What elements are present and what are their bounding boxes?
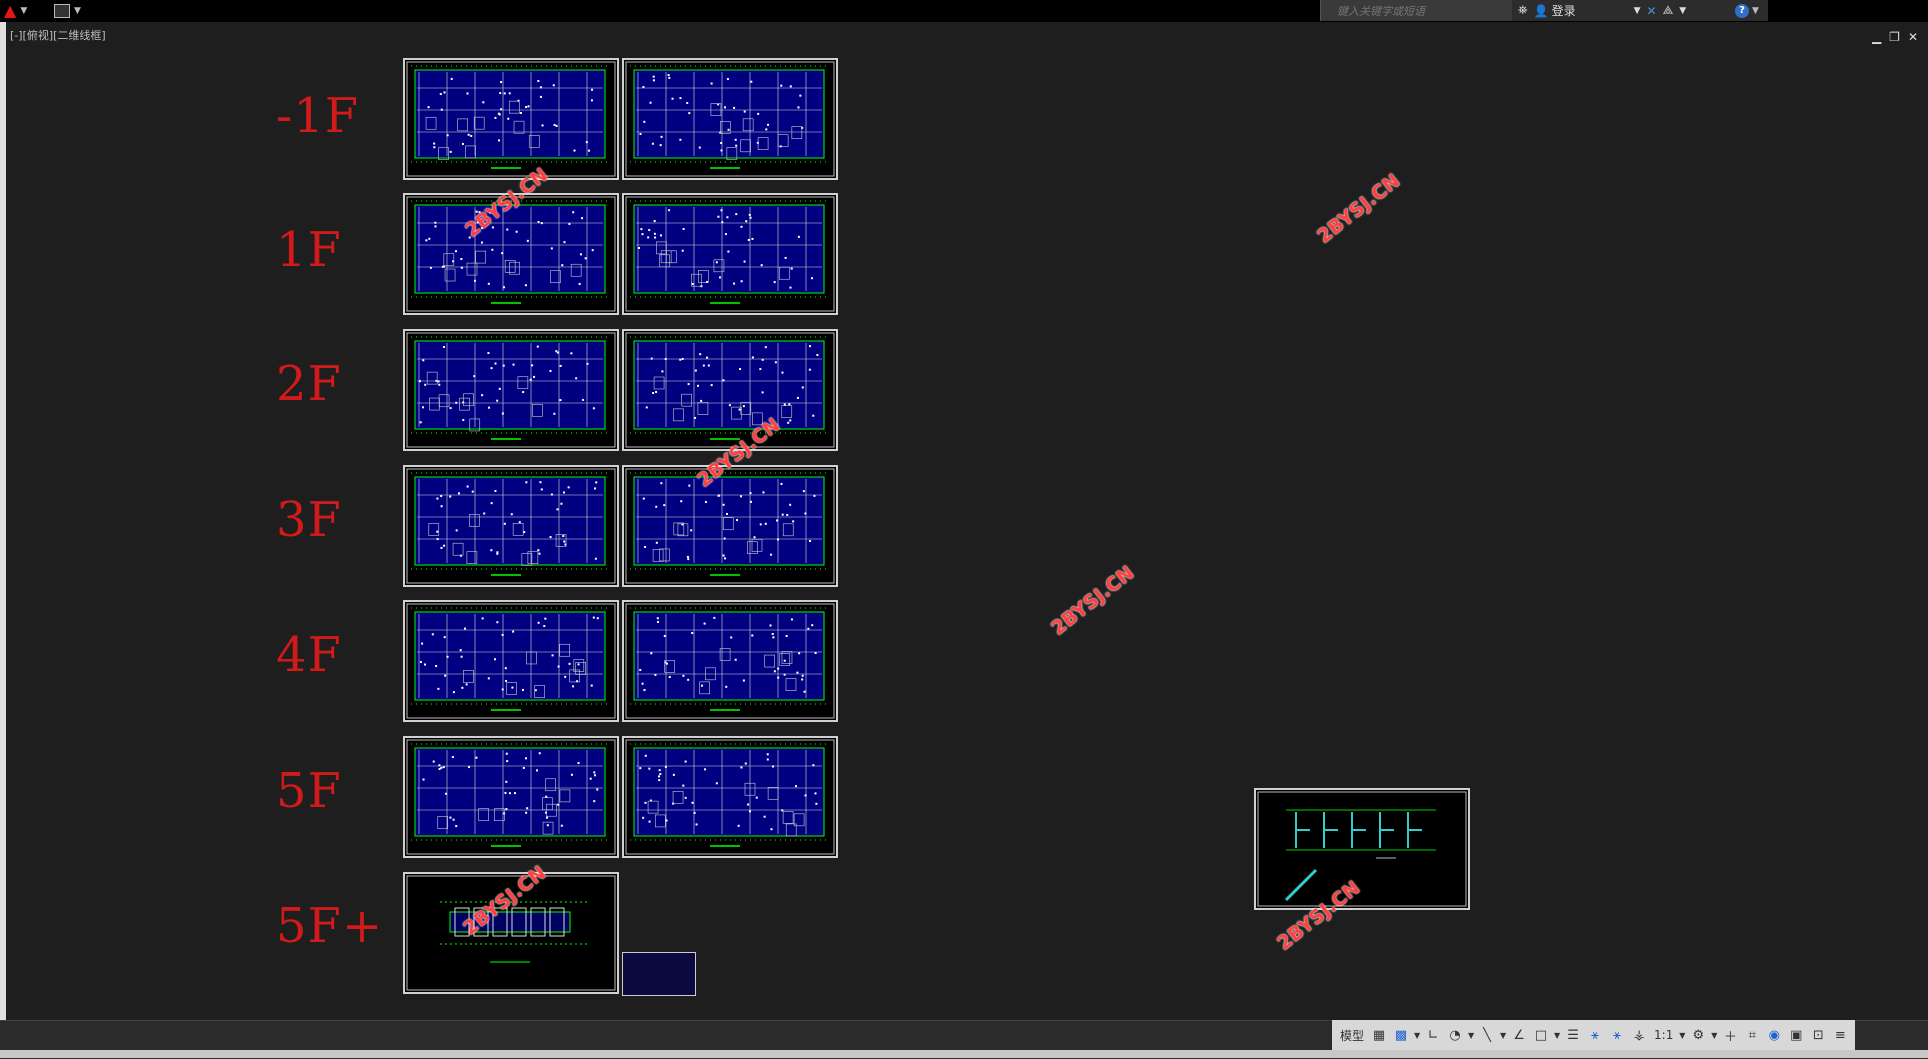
ortho-icon[interactable]: ∟ bbox=[1422, 1024, 1444, 1046]
search-box[interactable] bbox=[1320, 0, 1512, 22]
clean-screen-icon[interactable]: ⊡ bbox=[1807, 1024, 1829, 1046]
chevron-down-icon: ▼ bbox=[74, 6, 81, 16]
floor-label: 4F bbox=[276, 627, 342, 683]
detail-thumbnail bbox=[622, 952, 696, 996]
autocad-logo-icon: ▲ bbox=[4, 1, 17, 20]
help-icon: ? bbox=[1735, 3, 1750, 18]
status-toolbar: 模型 ▦ ▩ ▼ ∟ ◔ ▼ ╲ ▼ ∠ □ ▼ ☰ ⚹ ⚹ ⚶ 1:1 ▼ ⚙… bbox=[1332, 1020, 1856, 1050]
units-icon[interactable]: ⌗ bbox=[1741, 1024, 1763, 1046]
search-input[interactable] bbox=[1321, 1, 1512, 22]
object-snap-tracking-icon[interactable]: ∠ bbox=[1508, 1024, 1530, 1046]
floor-label: 5F+ bbox=[276, 898, 384, 954]
chevron-down-icon[interactable]: ▼ bbox=[1679, 6, 1686, 16]
floor-plan-sheet bbox=[403, 329, 619, 451]
title-bar: ▲ ▼ ▼ ▶ ⛯ 👤 登录 ▼ ✕ ⟁ ▼ ? ▼ bbox=[0, 0, 1928, 22]
chevron-down-icon: ▼ bbox=[1752, 5, 1759, 16]
auto-scale-icon[interactable]: ⚹ bbox=[1606, 1024, 1628, 1046]
exchange-icon[interactable]: ✕ bbox=[1647, 4, 1657, 18]
floor-plan-sheet bbox=[622, 329, 838, 451]
chevron-down-icon[interactable]: ▼ bbox=[1498, 1024, 1508, 1046]
object-snap-icon[interactable]: □ bbox=[1530, 1024, 1552, 1046]
drawing-window-controls: ▁ ❐ ✕ bbox=[1872, 30, 1918, 44]
snap-icon[interactable]: ▩ bbox=[1390, 1024, 1412, 1046]
workspace-gear-icon[interactable]: ⚙ bbox=[1687, 1024, 1709, 1046]
restore-icon[interactable]: ❐ bbox=[1889, 30, 1900, 44]
floor-plan-sheet bbox=[403, 58, 619, 180]
watermark: 2BYSJ.CN bbox=[1313, 169, 1405, 248]
lineweight-icon[interactable]: ☰ bbox=[1562, 1024, 1584, 1046]
chevron-down-icon[interactable]: ▼ bbox=[1709, 1024, 1719, 1046]
a360-icon[interactable]: ⟁ bbox=[1663, 3, 1674, 18]
floor-plan-sheet bbox=[403, 465, 619, 587]
close-icon[interactable]: ✕ bbox=[1908, 30, 1918, 44]
chevron-down-icon[interactable]: ▼ bbox=[1412, 1024, 1422, 1046]
chevron-down-icon: ▼ bbox=[20, 6, 28, 16]
minimize-icon[interactable]: ▁ bbox=[1872, 30, 1881, 44]
floor-label: 5F bbox=[276, 763, 342, 819]
model-tab[interactable]: 模型 bbox=[1336, 1024, 1368, 1046]
application-menu-button[interactable]: ▲ ▼ bbox=[4, 1, 46, 21]
plus-icon[interactable]: ＋ bbox=[1719, 1024, 1741, 1046]
chevron-down-icon[interactable]: ▼ bbox=[1552, 1024, 1562, 1046]
floor-plan-sheet bbox=[403, 736, 619, 858]
sign-in-button[interactable]: 👤 登录 bbox=[1534, 2, 1576, 19]
floor-plan-sheet bbox=[622, 58, 838, 180]
isolate-objects-icon[interactable]: ◉ bbox=[1763, 1024, 1785, 1046]
chevron-down-icon[interactable]: ▼ bbox=[1634, 6, 1641, 16]
floor-plan-sheet bbox=[622, 465, 838, 587]
floor-plan-sheet bbox=[622, 193, 838, 315]
floor-plan-sheet bbox=[403, 600, 619, 722]
polar-icon[interactable]: ◔ bbox=[1444, 1024, 1466, 1046]
quick-access-toolbar-button[interactable]: ▼ bbox=[54, 2, 94, 20]
hardware-acceleration-icon[interactable]: ▣ bbox=[1785, 1024, 1807, 1046]
floor-plan-sheet bbox=[622, 600, 838, 722]
sign-in-label: 登录 bbox=[1551, 4, 1576, 18]
grid-icon[interactable]: ▦ bbox=[1368, 1024, 1390, 1046]
left-scroll-edge bbox=[0, 22, 6, 1030]
save-icon bbox=[54, 4, 70, 18]
annotation-visibility-icon[interactable]: ⚹ bbox=[1584, 1024, 1606, 1046]
annotation-scale-icon[interactable]: ⚶ bbox=[1628, 1024, 1650, 1046]
floor-label: 1F bbox=[276, 222, 342, 278]
chevron-down-icon[interactable]: ▼ bbox=[1677, 1024, 1687, 1046]
binoculars-icon[interactable]: ⛯ bbox=[1518, 3, 1528, 18]
help-button[interactable]: ? ▼ bbox=[1728, 0, 1766, 21]
chevron-down-icon[interactable]: ▼ bbox=[1466, 1024, 1476, 1046]
viewport-controls[interactable]: [-][俯视][二维线框] bbox=[10, 27, 106, 43]
watermark: 2BYSJ.CN bbox=[1047, 561, 1139, 640]
floor-plan-sheet bbox=[622, 736, 838, 858]
floor-label: -1F bbox=[276, 88, 360, 144]
annotation-scale-value[interactable]: 1:1 bbox=[1650, 1024, 1677, 1046]
floor-label: 3F bbox=[276, 492, 342, 548]
bottom-edge bbox=[0, 1050, 1928, 1058]
menu-icon[interactable]: ≡ bbox=[1829, 1024, 1851, 1046]
user-icon: 👤 bbox=[1533, 3, 1549, 18]
isometric-icon[interactable]: ╲ bbox=[1476, 1024, 1498, 1046]
floor-label: 2F bbox=[276, 356, 342, 412]
